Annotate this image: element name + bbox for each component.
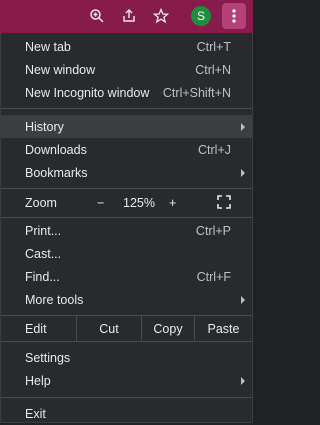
paste-button[interactable]: Paste [195,316,252,341]
menu-item-label: Cast... [25,246,62,261]
menu-item-shortcut: Ctrl+Shift+N [162,85,231,100]
menu-item-find[interactable]: Find... Ctrl+F [1,265,252,288]
menu-item-new-incognito-window[interactable]: New Incognito window Ctrl+Shift+N [1,81,252,104]
menu-item-label: Help [25,373,51,388]
menu-item-label: Downloads [25,142,87,157]
menu-item-help[interactable]: Help [1,369,252,392]
menu-item-more-tools[interactable]: More tools [1,288,252,311]
menu-item-label: New tab [25,39,71,54]
menu-item-new-window[interactable]: New window Ctrl+N [1,58,252,81]
menu-item-settings[interactable]: Settings [1,346,252,369]
menu-item-shortcut: Ctrl+J [198,142,231,157]
browser-toolbar: S [0,0,253,33]
menu-item-label: Settings [25,350,71,365]
star-icon[interactable] [151,6,171,26]
menu-item-shortcut: Ctrl+P [195,223,231,238]
edit-label: Edit [25,321,47,336]
menu-divider [1,341,252,342]
menu-item-exit[interactable]: Exit [1,402,252,425]
chrome-main-menu: New tab Ctrl+T New window Ctrl+N New Inc… [0,33,253,423]
menu-item-label: Find... [25,269,60,284]
menu-divider [1,217,252,218]
menu-divider [1,188,252,189]
zoom-in-icon[interactable] [87,6,107,26]
menu-item-label: New Incognito window [25,85,150,100]
zoom-label: Zoom [25,195,57,210]
menu-item-label: New window [25,62,96,77]
menu-item-label: History [25,119,64,134]
menu-item-label: More tools [25,292,84,307]
zoom-row: Zoom − 125% + [1,190,252,215]
share-icon[interactable] [119,6,139,26]
menu-item-label: Exit [25,406,46,421]
three-dot-menu-icon[interactable] [222,3,246,29]
submenu-arrow-icon [241,295,245,304]
cut-button[interactable]: Cut [77,316,141,341]
submenu-arrow-icon [241,376,245,385]
zoom-in-button[interactable]: + [169,196,176,210]
menu-item-history[interactable]: History [1,115,252,138]
menu-item-label: Print... [25,223,62,238]
fullscreen-icon[interactable] [217,195,231,209]
submenu-arrow-icon [241,122,245,131]
menu-item-downloads[interactable]: Downloads Ctrl+J [1,138,252,161]
menu-item-new-tab[interactable]: New tab Ctrl+T [1,35,252,58]
zoom-level: 125% [123,195,155,210]
menu-item-bookmarks[interactable]: Bookmarks [1,161,252,184]
submenu-arrow-icon [241,168,245,177]
profile-avatar[interactable]: S [191,6,211,26]
menu-item-shortcut: Ctrl+N [195,62,231,77]
menu-item-print[interactable]: Print... Ctrl+P [1,219,252,242]
menu-divider [1,397,252,398]
menu-item-cast[interactable]: Cast... [1,242,252,265]
menu-item-label: Bookmarks [25,165,88,180]
menu-item-shortcut: Ctrl+T [196,39,231,54]
copy-button[interactable]: Copy [142,316,194,341]
menu-divider [1,108,252,109]
zoom-out-button[interactable]: − [97,196,104,210]
menu-item-shortcut: Ctrl+F [196,269,231,284]
edit-row: Edit Cut Copy Paste [1,316,252,341]
